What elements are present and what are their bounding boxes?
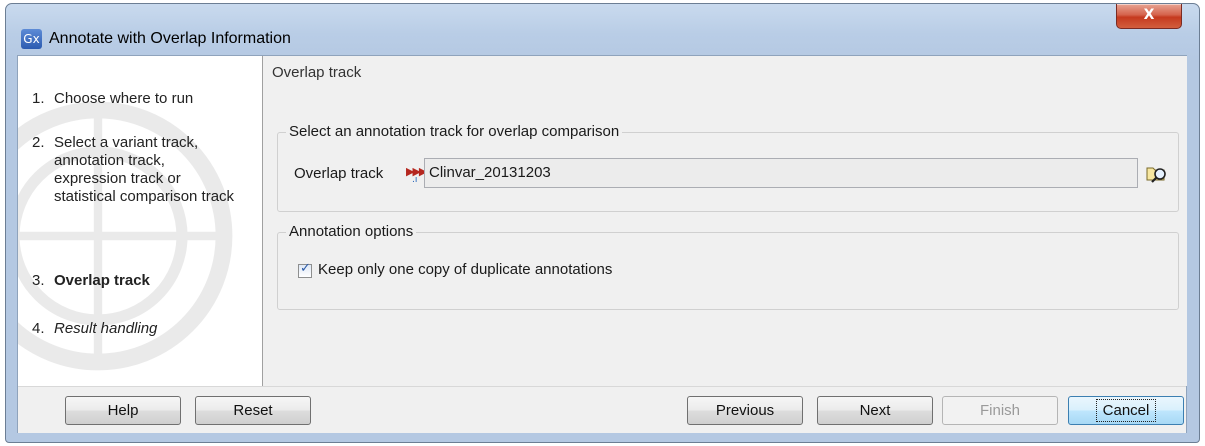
step-label: Select a variant track, annotation track… — [54, 134, 235, 205]
wizard-content: Overlap track Select an annotation track… — [263, 56, 1187, 386]
group-title: Annotation options — [286, 223, 417, 240]
app-icon: Gx — [21, 29, 42, 49]
close-button[interactable]: X — [1116, 4, 1182, 29]
step-number: 3. — [32, 272, 45, 289]
close-icon: X — [1143, 7, 1155, 23]
step-1: 1. Choose where to run — [32, 90, 239, 108]
track-type-icon: ▶▶▶ .ı — [406, 165, 427, 185]
finish-button[interactable]: Finish — [942, 396, 1058, 425]
cancel-button[interactable]: Cancel — [1068, 396, 1184, 425]
step-label: Overlap track — [54, 272, 150, 289]
cancel-button-label: Cancel — [1095, 399, 1157, 422]
track-select-group: Select an annotation track for overlap c… — [277, 123, 1179, 212]
keep-one-copy-checkbox[interactable]: ✓ — [298, 261, 312, 278]
browse-search-icon[interactable] — [1144, 160, 1170, 186]
finish-button-label: Finish — [979, 402, 1020, 419]
next-button-label: Next — [859, 402, 891, 419]
step-number: 4. — [32, 320, 45, 337]
step-label: Result handling — [54, 320, 158, 337]
help-button-label: Help — [107, 402, 139, 419]
annotation-options-group: Annotation options ✓ Keep only one copy … — [277, 223, 1179, 310]
previous-button-label: Previous — [715, 402, 775, 419]
overlap-track-field[interactable]: Clinvar_20131203 — [424, 158, 1138, 188]
reset-button[interactable]: Reset — [195, 396, 311, 425]
step-2: 2. Select a variant track, annotation tra… — [32, 134, 239, 206]
previous-button[interactable]: Previous — [687, 396, 803, 425]
keep-one-copy-label[interactable]: Keep only one copy of duplicate annotati… — [318, 261, 612, 278]
dialog-window: Gx Annotate with Overlap Information X 1… — [5, 3, 1200, 443]
step-label: Choose where to run — [54, 90, 194, 107]
step-3: 3. Overlap track — [32, 272, 239, 290]
group-title: Select an annotation track for overlap c… — [286, 123, 623, 140]
help-button[interactable]: Help — [65, 396, 181, 425]
title-bar[interactable]: Gx Annotate with Overlap Information X — [6, 4, 1199, 54]
reset-button-label: Reset — [233, 402, 273, 419]
wizard-steps-panel: 1. Choose where to run 2. Select a variant… — [18, 56, 263, 386]
dialog-body: 1. Choose where to run 2. Select a variant… — [17, 55, 1187, 433]
overlap-track-label: Overlap track — [294, 165, 384, 182]
section-title: Overlap track — [272, 64, 362, 81]
button-bar: Help Reset Previous Next Finish Cancel — [18, 386, 1186, 433]
window-title: Annotate with Overlap Information — [49, 30, 291, 47]
step-number: 2. — [32, 134, 45, 151]
step-4: 4. Result handling — [32, 320, 239, 338]
next-button[interactable]: Next — [817, 396, 933, 425]
check-icon: ✓ — [300, 261, 311, 276]
step-number: 1. — [32, 90, 45, 107]
